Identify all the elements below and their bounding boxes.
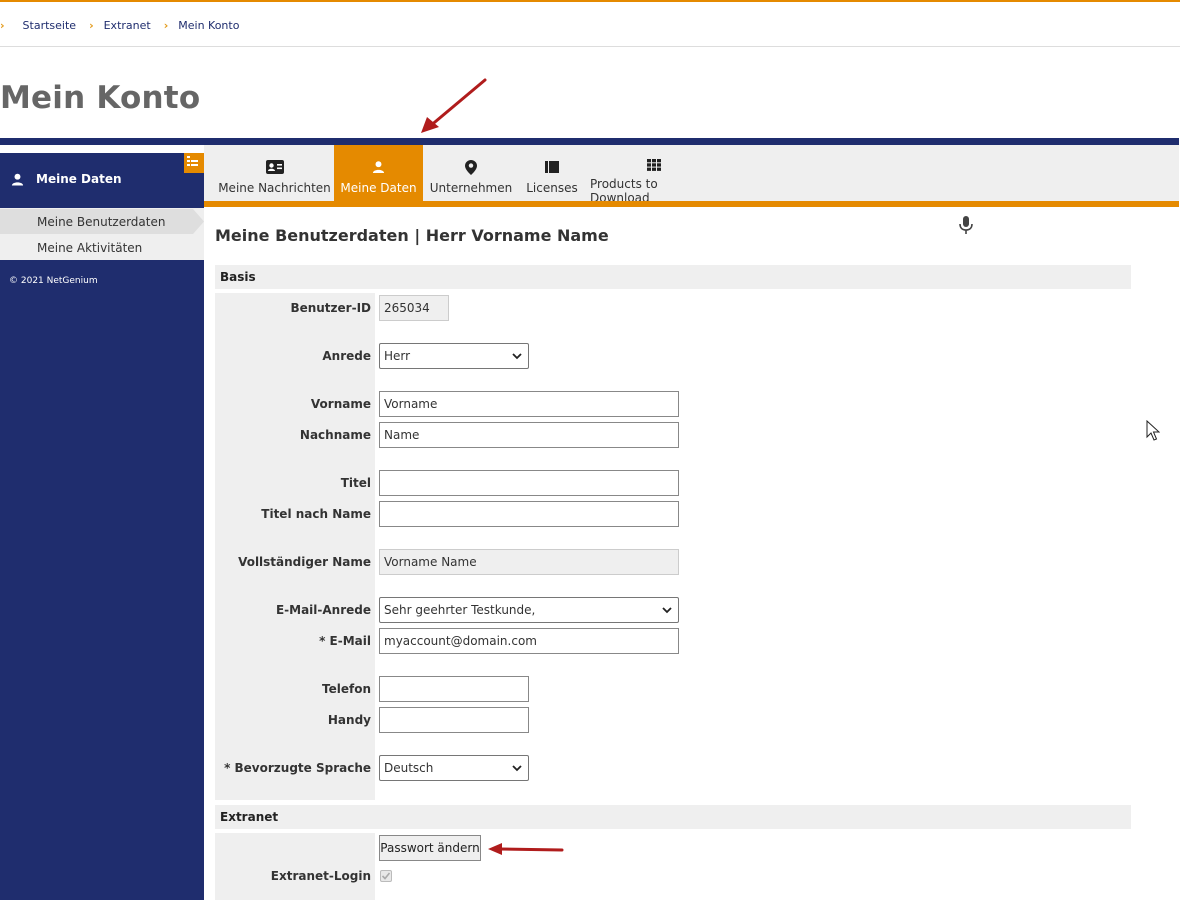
annotation-arrow-button	[488, 843, 564, 855]
checkmark-icon	[381, 872, 391, 880]
tab-meine-nachrichten[interactable]: Meine Nachrichten	[218, 145, 331, 201]
label-vorname: Vorname	[310, 397, 371, 411]
user-icon	[372, 159, 385, 175]
grid-icon	[647, 159, 661, 171]
sidebar-item-meine-benutzerdaten[interactable]: Meine Benutzerdaten	[0, 209, 193, 234]
telefon-input[interactable]	[379, 676, 529, 702]
sidebar-header[interactable]: Meine Daten	[0, 153, 204, 205]
tab-label: Unternehmen	[429, 181, 513, 195]
vorname-input[interactable]: Vorname	[379, 391, 679, 417]
anrede-select[interactable]: Herr	[379, 343, 529, 369]
label-benutzer-id: Benutzer-ID	[290, 301, 371, 315]
titel-input[interactable]	[379, 470, 679, 496]
id-card-icon	[265, 159, 284, 175]
chevron-down-icon	[512, 352, 522, 359]
breadcrumb-link-extranet[interactable]: Extranet	[104, 19, 151, 32]
sidebar-item-meine-aktivitaeten[interactable]: Meine Aktivitäten	[0, 235, 193, 260]
email-input[interactable]: myaccount@domain.com	[379, 628, 679, 654]
breadcrumb-current-mein-konto: Mein Konto	[178, 18, 240, 32]
chevron-right-icon: ›	[89, 18, 94, 32]
section-header-extranet: Extranet	[215, 805, 1131, 829]
handy-input[interactable]	[379, 707, 529, 733]
tab-licenses[interactable]: Licenses	[522, 145, 582, 201]
label-anrede: Anrede	[322, 349, 371, 363]
breadcrumb: › Startseite › Extranet › Mein Konto	[0, 17, 252, 33]
collapse-sidebar-icon[interactable]	[184, 153, 204, 173]
label-handy: Handy	[327, 713, 371, 727]
anrede-select-value: Herr	[384, 349, 411, 363]
sprache-select-value: Deutsch	[384, 761, 434, 775]
page-title: Mein Konto	[0, 80, 201, 116]
tab-label: Licenses	[526, 181, 578, 195]
content-title: Meine Benutzerdaten | Herr Vorname Name	[215, 226, 609, 245]
user-icon	[11, 173, 24, 186]
chevron-right-icon: ›	[0, 18, 5, 32]
tab-label: Meine Nachrichten	[218, 181, 331, 195]
label-telefon: Telefon	[322, 682, 371, 696]
header-navy-bar	[0, 138, 1179, 145]
tab-bar-accent	[204, 201, 1179, 207]
sprache-select[interactable]: Deutsch	[379, 755, 529, 781]
top-accent-line	[0, 0, 1180, 2]
tab-unternehmen[interactable]: Unternehmen	[428, 145, 514, 201]
copyright: © 2021 NetGenium	[9, 276, 98, 286]
benutzer-id-field: 265034	[379, 295, 449, 321]
sidebar-header-label: Meine Daten	[36, 172, 122, 186]
active-item-pointer	[193, 209, 204, 234]
microphone-icon[interactable]	[958, 216, 974, 240]
email-anrede-select-value: Sehr geehrter Testkunde,	[384, 603, 536, 617]
label-nachname: Nachname	[299, 428, 371, 442]
label-titel: Titel	[340, 476, 371, 490]
passwort-aendern-button[interactable]: Passwort ändern	[379, 835, 481, 861]
header-divider	[0, 46, 1180, 47]
vollstaendiger-name-field: Vorname Name	[379, 549, 679, 575]
annotation-arrow-tab	[421, 78, 487, 133]
label-bevorzugte-sprache: * Bevorzugte Sprache	[224, 761, 371, 775]
extranet-login-checkbox[interactable]	[380, 870, 392, 882]
chevron-down-icon	[512, 764, 522, 771]
label-extranet-login: Extranet-Login	[270, 869, 371, 883]
label-titel-nach-name: Titel nach Name	[261, 507, 371, 521]
titel-nach-name-input[interactable]	[379, 501, 679, 527]
email-anrede-select[interactable]: Sehr geehrter Testkunde,	[379, 597, 679, 623]
label-email: * E-Mail	[319, 634, 371, 648]
chevron-down-icon	[662, 606, 672, 613]
nachname-input[interactable]: Name	[379, 422, 679, 448]
tab-label: Meine Daten	[340, 181, 417, 195]
tab-meine-daten[interactable]: Meine Daten	[334, 145, 423, 201]
label-vollstaendiger-name: Vollständiger Name	[238, 555, 371, 569]
sidebar	[0, 153, 204, 900]
list-icon	[545, 159, 559, 175]
label-email-anrede: E-Mail-Anrede	[275, 603, 371, 617]
tab-products-to-download[interactable]: Products to Download	[590, 145, 718, 205]
chevron-right-icon: ›	[163, 18, 169, 32]
breadcrumb-link-startseite[interactable]: Startseite	[23, 19, 77, 32]
map-pin-icon	[465, 159, 477, 175]
mouse-cursor-icon	[1146, 420, 1160, 441]
section-header-basis: Basis	[215, 265, 1131, 289]
